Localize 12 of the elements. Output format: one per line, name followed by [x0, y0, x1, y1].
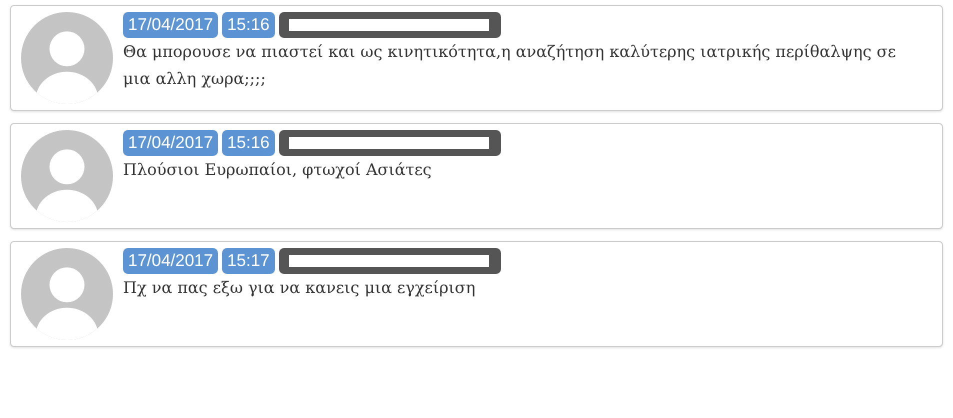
avatar-icon [21, 130, 113, 222]
date-label: 17/04/2017 [123, 248, 218, 274]
date-label: 17/04/2017 [123, 130, 218, 156]
comment-text: Θα μπορουσε να πιαστεί και ως κινητικότητα,η αναζήτηση καλύτερης ιατρικής περίθαλψης σε μια αλλη χωρα;;;; [123, 41, 897, 90]
time-label: 15:17 [222, 248, 275, 274]
avatar-icon [21, 248, 113, 340]
time-label: 15:16 [222, 12, 275, 38]
time-label: 15:16 [222, 130, 275, 156]
avatar-icon [21, 12, 113, 104]
comment-text: Πχ να πας εξω για να κανεις μια εγχείριση [123, 277, 476, 299]
comment-text: Πλούσιοι Ευρωπαίοι, φτωχοί Ασιάτες [123, 159, 432, 181]
date-label: 17/04/2017 [123, 12, 218, 38]
